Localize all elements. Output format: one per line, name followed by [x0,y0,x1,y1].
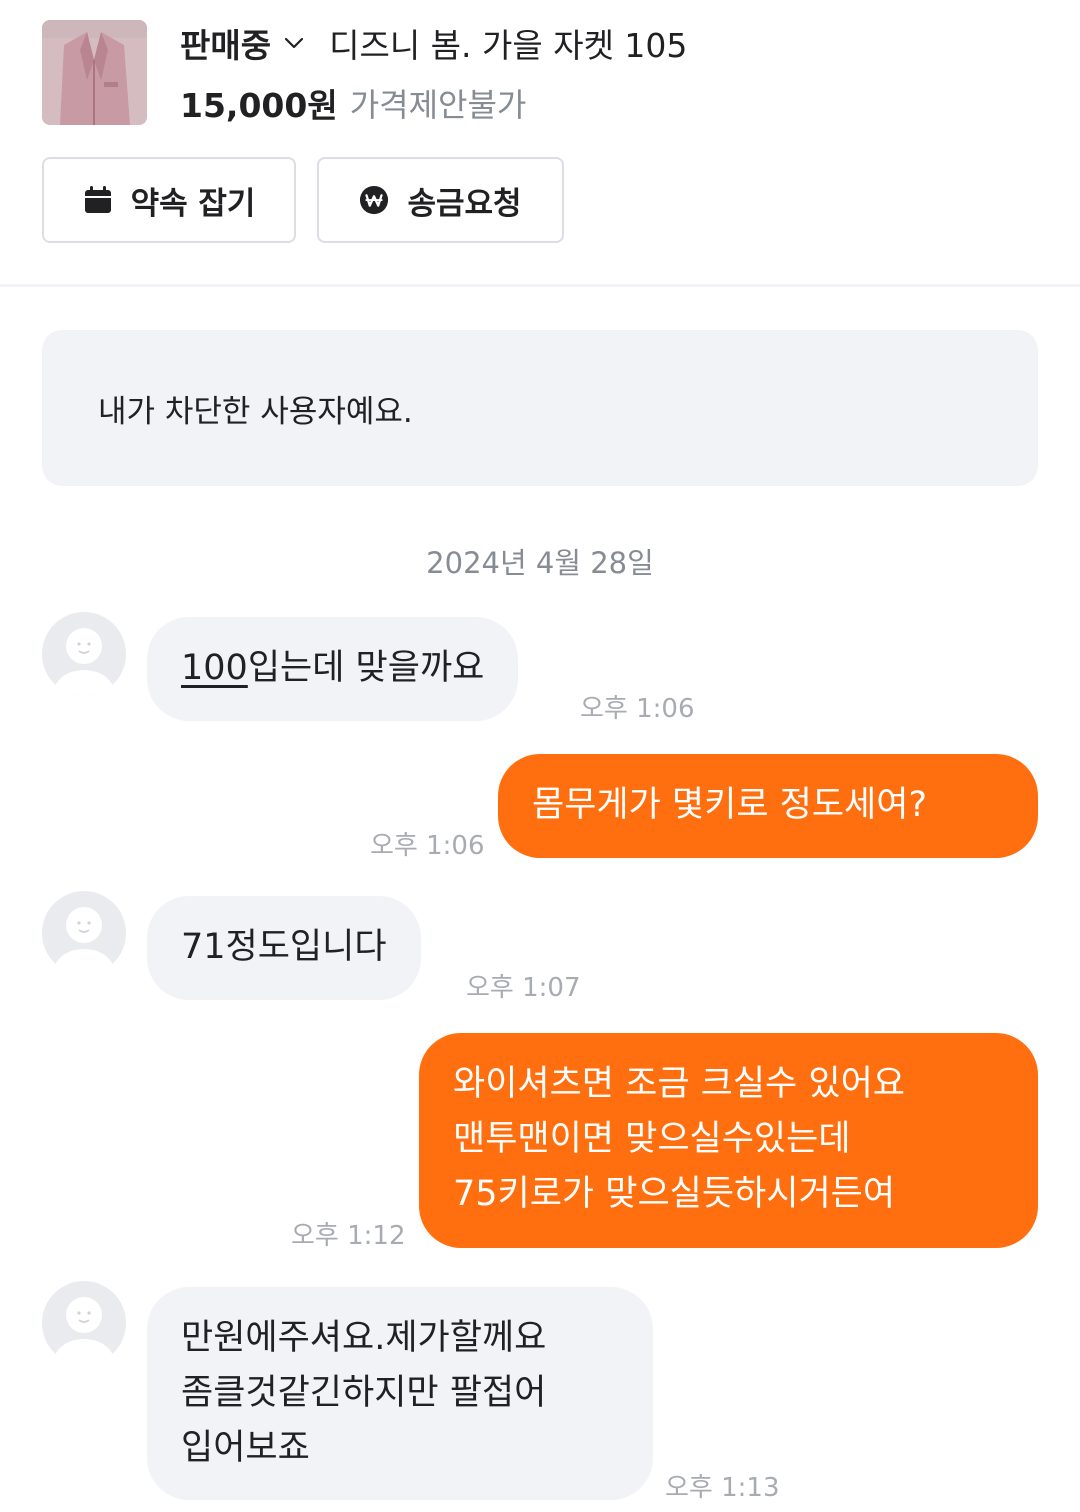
sale-status-dropdown[interactable]: 판매중 [180,19,271,67]
default-profile-icon [54,1297,114,1365]
message-line: 만원에주셔요.제가할께요 [181,1318,547,1358]
date-separator: 2024년 4월 28일 [426,546,654,580]
message-bubble-incoming[interactable]: 100입는데 맞을까요 [147,617,519,721]
message-line: 입어보죠 [181,1428,310,1468]
blocked-user-notice-text: 내가 차단한 사용자예요. [98,393,413,430]
status-row: 판매중 디즈니 봄. 가을 자켓 105 [180,18,687,68]
message-text: 입는데 맞을까요 [247,648,485,688]
message-time: 오후 1:06 [370,831,485,861]
remit-request-button[interactable]: 송금요청 [317,157,564,243]
product-header: 판매중 디즈니 봄. 가을 자켓 105 15,000원 가격제안불가 약속 잡… [0,0,1080,286]
header-divider [0,284,1080,287]
message-time: 오후 1:13 [665,1473,780,1503]
message-bubble-outgoing[interactable]: 몸무게가 몇키로 정도세여? [498,754,1038,858]
message-bubble-incoming[interactable]: 71정도입니다 [147,896,421,1000]
won-coin-icon [360,185,389,215]
message-time: 오후 1:06 [580,694,695,724]
appointment-button[interactable]: 약속 잡기 [42,157,296,243]
default-profile-icon [54,907,114,975]
message-time: 오후 1:12 [291,1221,406,1251]
message-line: 와이셔츠면 조금 크실수 있어요 [453,1064,905,1104]
appointment-button-label: 약속 잡기 [130,185,256,222]
jacket-photo-icon [42,20,147,125]
product-price: 15,000원 [180,86,338,125]
message-line: 좀클것같긴하지만 팔접어 [181,1373,547,1413]
chevron-down-icon[interactable] [281,30,307,56]
avatar[interactable] [42,1281,126,1365]
message-text: 몸무게가 몇키로 정도세여? [532,785,928,825]
avatar[interactable] [42,612,126,696]
phone-number-link[interactable]: 100 [181,648,248,688]
default-profile-icon [54,628,114,696]
message-line: 75키로가 맞으실듯하시거든여 [453,1174,896,1214]
price-row: 15,000원 가격제안불가 [180,78,526,128]
message-time: 오후 1:07 [466,973,581,1003]
message-text: 71정도입니다 [181,927,387,967]
product-thumbnail[interactable] [42,20,147,125]
product-title[interactable]: 디즈니 봄. 가을 자켓 105 [329,19,687,67]
message-bubble-outgoing[interactable]: 와이셔츠면 조금 크실수 있어요 맨투맨이면 맞으실수있는데 75키로가 맞으실… [419,1033,1038,1248]
avatar[interactable] [42,891,126,975]
message-line: 맨투맨이면 맞으실수있는데 [453,1119,851,1159]
message-bubble-incoming[interactable]: 만원에주셔요.제가할께요 좀클것같긴하지만 팔접어 입어보죠 [147,1287,653,1500]
remit-request-button-label: 송금요청 [407,185,522,222]
calendar-icon [84,186,111,213]
price-note: 가격제안불가 [349,86,527,124]
blocked-user-notice: 내가 차단한 사용자예요. [42,330,1038,486]
